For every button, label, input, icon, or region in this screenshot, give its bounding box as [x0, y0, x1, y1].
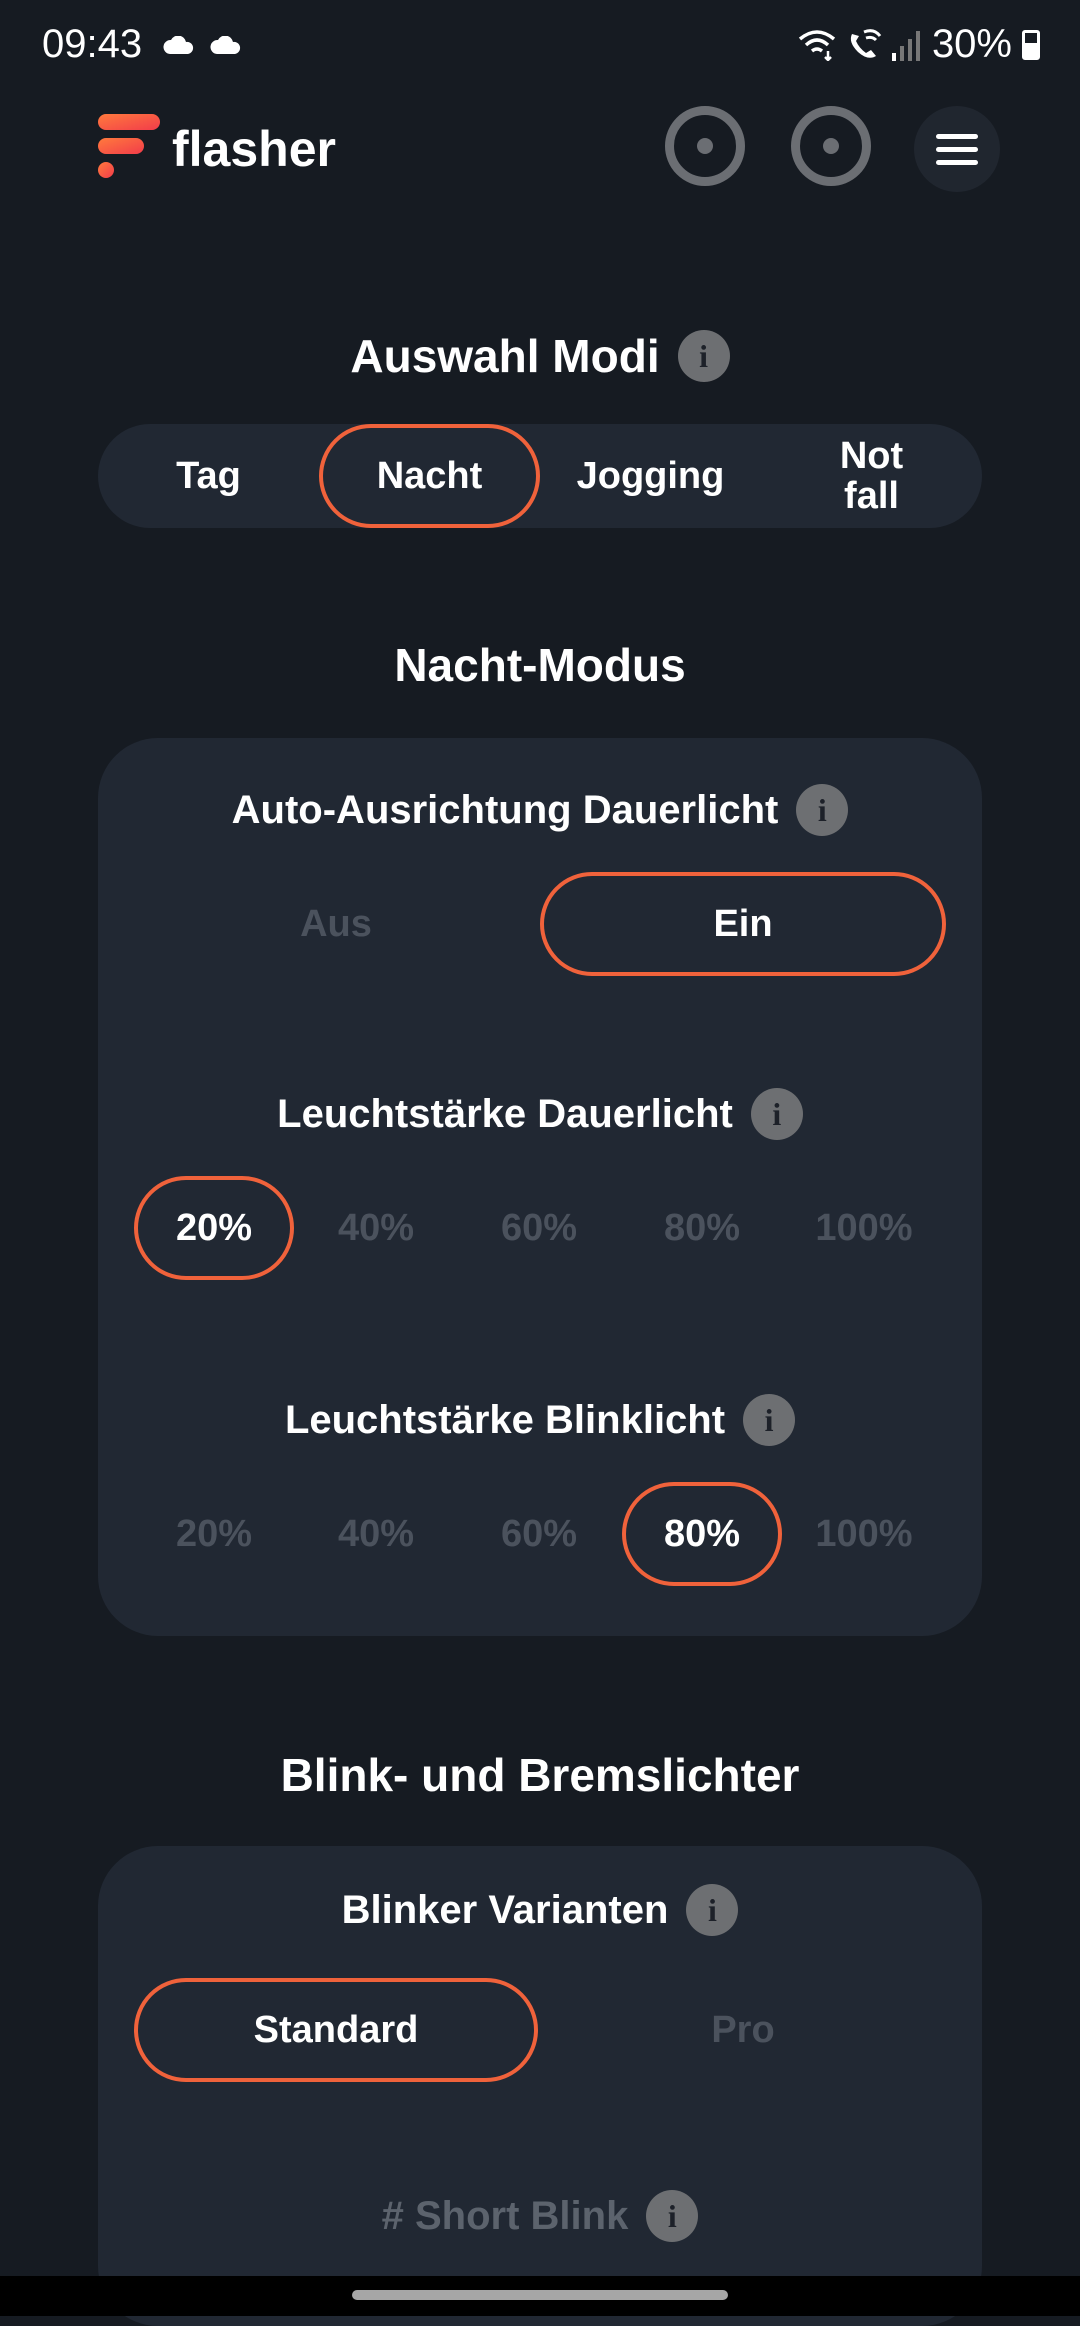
blink-brightness-title: Leuchtstärke Blinklicht: [284, 1397, 726, 1442]
variant-pro[interactable]: Pro: [540, 1978, 946, 2082]
variants-title: Blinker Varianten: [341, 1887, 669, 1932]
hamburger-line: [936, 134, 978, 139]
status-time: 09:43: [42, 22, 143, 66]
battery-icon: [1022, 29, 1040, 60]
variants-title-row: Blinker Varianten i: [98, 1880, 982, 1940]
wifi-call-icon: [850, 28, 882, 58]
steady-brightness-title: Leuchtstärke Dauerlicht: [277, 1091, 733, 1136]
info-icon[interactable]: i: [686, 1884, 739, 1936]
blink-brightness-100[interactable]: 100%: [784, 1482, 944, 1586]
mode-nacht[interactable]: Nacht: [319, 424, 540, 528]
modes-title-row: Auswahl Modi i: [0, 326, 1080, 386]
wifi-calling-icon: [798, 29, 836, 61]
info-icon[interactable]: i: [796, 784, 849, 836]
mode-notfall[interactable]: Not fall: [761, 424, 982, 528]
steady-brightness-20[interactable]: 20%: [134, 1176, 294, 1280]
steady-brightness-100[interactable]: 100%: [784, 1176, 944, 1280]
steady-brightness-80[interactable]: 80%: [622, 1176, 782, 1280]
auto-align-title: Auto-Ausrichtung Dauerlicht: [231, 787, 779, 832]
flasher-logo-icon: [98, 114, 160, 178]
blink-brightness-40[interactable]: 40%: [296, 1482, 456, 1586]
blink-card: Blinker Varianten i Standard Pro # Short…: [98, 1846, 982, 2326]
auto-align-off[interactable]: Aus: [134, 872, 538, 976]
battery-percent: 30%: [931, 22, 1012, 66]
mode-tag[interactable]: Tag: [98, 424, 319, 528]
variant-standard[interactable]: Standard: [134, 1978, 538, 2082]
night-mode-card: Auto-Ausrichtung Dauerlicht i Aus Ein Le…: [98, 738, 982, 1636]
device-1-icon[interactable]: [665, 106, 745, 186]
hamburger-line: [936, 147, 978, 152]
app-header: flasher: [0, 100, 1080, 250]
status-bar: 09:43 30%: [0, 0, 1080, 100]
mode-selector: Tag Nacht Jogging Not fall: [98, 424, 982, 528]
blink-section-title: Blink- und Bremslichter: [280, 1749, 800, 1801]
blink-brightness-title-row: Leuchtstärke Blinklicht i: [98, 1390, 982, 1450]
short-blink-title: # Short Blink: [381, 2193, 629, 2238]
short-blink-title-row: # Short Blink i: [98, 2186, 982, 2246]
brand-name: flasher: [172, 121, 336, 177]
blink-brightness-20[interactable]: 20%: [134, 1482, 294, 1586]
steady-brightness-title-row: Leuchtstärke Dauerlicht i: [98, 1084, 982, 1144]
cloud-icon: [210, 36, 241, 54]
steady-brightness-40[interactable]: 40%: [296, 1176, 456, 1280]
cloud-icon: [163, 36, 194, 54]
auto-align-title-row: Auto-Ausrichtung Dauerlicht i: [98, 780, 982, 840]
blink-brightness-80[interactable]: 80%: [622, 1482, 782, 1586]
status-right: 30%: [798, 22, 1040, 67]
modes-title: Auswahl Modi: [350, 330, 660, 382]
info-icon[interactable]: i: [677, 330, 730, 382]
menu-button[interactable]: [914, 106, 1000, 192]
info-icon[interactable]: i: [750, 1088, 803, 1140]
info-icon[interactable]: i: [743, 1394, 796, 1446]
blink-brightness-60[interactable]: 60%: [459, 1482, 619, 1586]
mode-jogging[interactable]: Jogging: [540, 424, 761, 528]
auto-align-on[interactable]: Ein: [540, 872, 946, 976]
steady-brightness-60[interactable]: 60%: [459, 1176, 619, 1280]
info-icon[interactable]: i: [646, 2190, 699, 2242]
night-mode-title: Nacht-Modus: [394, 639, 686, 691]
navigation-bar: [0, 2276, 1080, 2316]
home-indicator[interactable]: [352, 2290, 728, 2300]
signal-icon: [891, 30, 920, 61]
hamburger-line: [936, 160, 978, 165]
device-2-icon[interactable]: [791, 106, 871, 186]
